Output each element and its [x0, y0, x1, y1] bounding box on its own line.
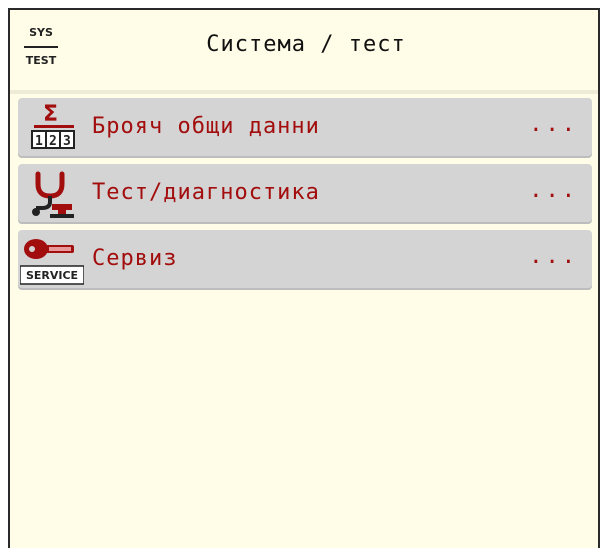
svg-text:1: 1 [35, 134, 43, 149]
header-divider [10, 90, 598, 94]
menu-item-test-diagnostics[interactable]: Тест/диагностика ... [18, 164, 592, 224]
more-indicator: ... [529, 178, 578, 203]
menu-item-service[interactable]: SERVICE Сервиз ... [18, 230, 592, 290]
service-key-icon: SERVICE [19, 234, 85, 286]
menu-item-label: Брояч общи данни [92, 114, 320, 139]
svg-text:Σ: Σ [43, 102, 58, 127]
sys-test-icon-bottom: TEST [25, 54, 57, 67]
sys-test-icon-divider [24, 46, 58, 48]
page-title: Система / тест [206, 32, 406, 57]
header: SYS TEST Система / тест [10, 10, 598, 90]
screen: SYS TEST Система / тест Σ 1 2 3 Брояч об [8, 8, 600, 548]
stethoscope-icon [20, 168, 84, 220]
svg-text:3: 3 [63, 134, 71, 149]
menu-item-label: Тест/диагностика [92, 180, 320, 205]
menu-item-label: Сервиз [92, 246, 178, 271]
sys-test-icon: SYS TEST [22, 26, 60, 78]
menu-list: Σ 1 2 3 Брояч общи данни ... Тест/диагно… [18, 98, 592, 296]
sigma-counter-icon: Σ 1 2 3 [20, 102, 84, 154]
svg-text:2: 2 [49, 134, 57, 149]
more-indicator: ... [529, 244, 578, 269]
svg-text:SERVICE: SERVICE [26, 269, 78, 282]
sys-test-icon-top: SYS [29, 26, 53, 39]
menu-item-totals-counter[interactable]: Σ 1 2 3 Брояч общи данни ... [18, 98, 592, 158]
more-indicator: ... [529, 112, 578, 137]
